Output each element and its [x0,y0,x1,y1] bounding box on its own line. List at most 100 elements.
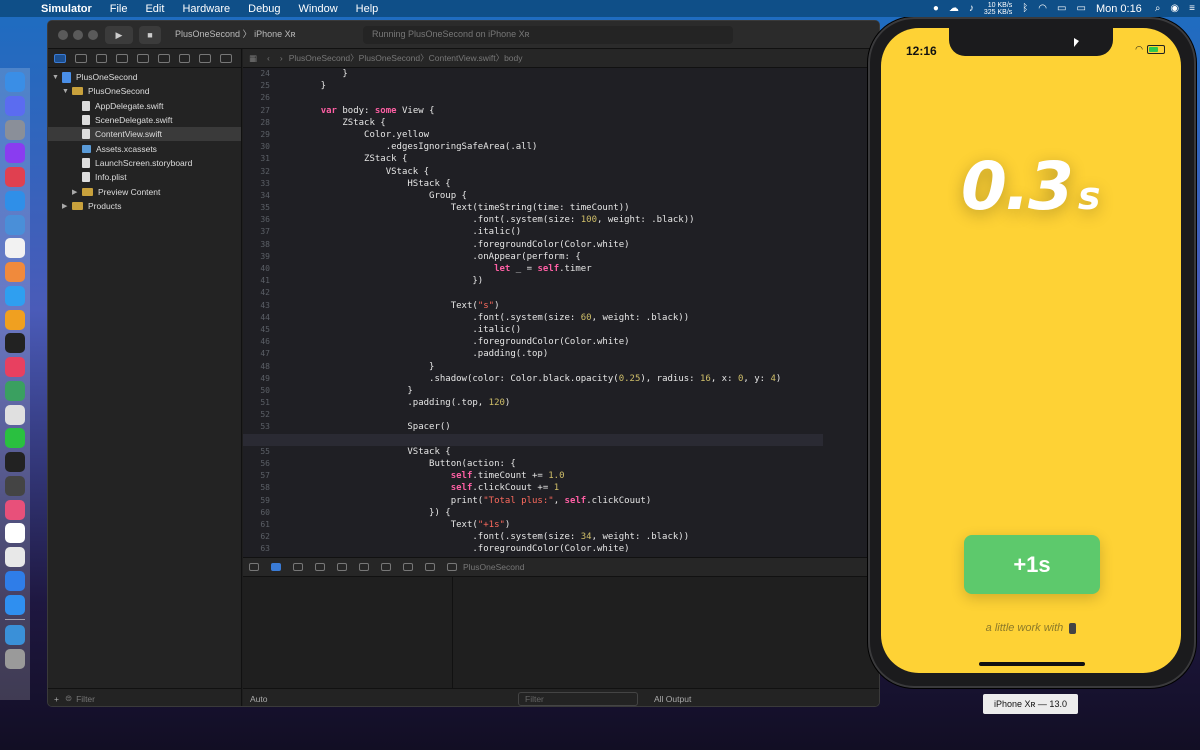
wechat-icon[interactable] [5,428,25,449]
add-icon[interactable]: + [54,694,59,704]
step-over-icon[interactable] [315,563,325,571]
screenshot-app-icon[interactable] [5,499,25,520]
hide-debug-area-icon[interactable] [249,563,259,571]
flag-icon[interactable]: ▭ [1057,3,1066,14]
debug-navigator-tab[interactable] [178,53,191,63]
slack-icon[interactable] [5,523,25,544]
test-navigator-tab[interactable] [157,53,170,63]
jumpbar-group[interactable]: PlusOneSecond [359,53,420,63]
tree-row-file-selected[interactable]: ContentView.swift [48,127,241,142]
stop-button[interactable]: ■ [139,26,161,44]
tree-row-file[interactable]: AppDelegate.swift [48,99,241,113]
project-navigator-tab[interactable] [54,53,66,63]
simulator-screen[interactable]: 12:16 ◠ 0.3 s +1s a little work with [881,28,1181,673]
menu-file[interactable]: File [110,3,128,15]
issue-navigator-tab[interactable] [137,53,149,63]
sketch-icon[interactable] [5,309,25,330]
navigator-filter-input[interactable]: Filter [76,694,95,704]
disclosure-open-icon[interactable]: ▼ [62,88,72,95]
jumpbar-symbol[interactable]: body [504,53,522,63]
find-navigator-tab[interactable] [116,53,129,63]
music-icon[interactable] [5,357,25,377]
preview-icon[interactable] [5,214,25,235]
sound-icon[interactable]: ♪ [969,3,974,14]
trash-icon[interactable] [5,649,25,669]
siri-dock-icon[interactable] [5,95,25,116]
scheme-selector[interactable]: PlusOneSecond 〉 iPhone Xʀ [175,27,295,40]
menu-app-name[interactable]: Simulator [41,3,92,15]
jumpbar-project[interactable]: PlusOneSecond [289,53,350,63]
output-mode-select[interactable]: All Output [654,694,691,704]
bluetooth-icon[interactable]: ᛒ [1022,3,1028,14]
variables-mode-select[interactable]: Auto [250,694,268,704]
code-content[interactable]: } } var body: some View { ZStack { Color… [243,68,823,556]
menu-debug[interactable]: Debug [248,3,280,15]
safari-icon[interactable] [5,190,25,211]
no-entry-app-icon[interactable] [5,167,25,187]
cloud-icon[interactable]: ☁ [949,3,959,14]
pause-icon[interactable] [293,563,303,571]
minimize-window-button[interactable] [73,30,83,40]
menu-window[interactable]: Window [299,3,338,15]
source-control-tab[interactable] [74,53,87,63]
disclosure-open-icon[interactable]: ▼ [52,74,62,81]
record-icon[interactable]: ● [933,3,939,14]
breakpoint-navigator-tab[interactable] [199,53,212,63]
menu-hardware[interactable]: Hardware [182,3,230,15]
network-app-icon[interactable] [5,380,25,401]
finder-icon[interactable] [5,72,25,92]
messages-icon[interactable] [5,285,25,306]
tree-row-file[interactable]: Info.plist [48,170,241,184]
chrome-icon[interactable] [5,547,25,567]
calendar-icon[interactable] [5,238,25,259]
view-debugger-icon[interactable] [381,563,391,571]
spotlight-icon[interactable]: ⌕ [1155,3,1161,14]
run-button[interactable]: ▶ [105,26,133,44]
console-filter-input[interactable]: Filter [518,692,638,706]
tree-row-project[interactable]: ▼ PlusOneSecond [48,70,241,84]
disclosure-closed-icon[interactable]: ▶ [72,188,82,196]
photos-icon[interactable] [5,262,25,282]
tree-row-group[interactable]: ▶ Products [48,199,241,213]
home-indicator[interactable] [979,662,1085,666]
menu-help[interactable]: Help [356,3,379,15]
disclosure-closed-icon[interactable]: ▶ [62,202,72,210]
jumpbar-file[interactable]: ContentView.swift [429,53,496,63]
related-items-icon[interactable]: ▦ [249,53,257,64]
tool-app-icon[interactable] [5,475,25,496]
breakpoints-toggle-icon[interactable] [271,563,281,571]
zoom-window-button[interactable] [88,30,98,40]
tree-row-group[interactable]: ▼ PlusOneSecond [48,84,241,98]
tree-row-group[interactable]: ▶ Preview Content [48,184,241,198]
close-window-button[interactable] [58,30,68,40]
omnifocus-icon[interactable] [5,143,25,164]
menu-edit[interactable]: Edit [145,3,164,15]
menu-bar-clock[interactable]: Mon 0:16 [1096,3,1142,15]
terminal-icon[interactable] [5,333,25,354]
memory-graph-icon[interactable] [403,563,413,571]
step-in-icon[interactable] [337,563,347,571]
battery-icon[interactable]: ▭ [1076,3,1085,14]
symbol-navigator-tab[interactable] [95,53,108,63]
debug-target-label[interactable]: PlusOneSecond [463,562,524,572]
launchpad-icon[interactable] [5,119,25,140]
plus-one-second-button[interactable]: +1s [964,535,1100,594]
xcode-icon[interactable] [5,570,25,591]
environment-overrides-icon[interactable] [425,563,435,571]
back-icon[interactable]: ‹ [267,53,270,63]
source-editor[interactable]: 24 25 26 27 28 29 30 31 32 33 34 35 36 37 38 39 40 41 42 43… [243,68,879,557]
simulator-icon[interactable] [5,594,25,615]
tree-row-file[interactable]: Assets.xcassets [48,141,241,155]
wifi-icon[interactable]: ◠ [1038,3,1047,14]
report-navigator-tab[interactable] [220,53,233,63]
forward-icon[interactable]: › [280,53,283,63]
step-out-icon[interactable] [359,563,369,571]
notification-center-icon[interactable]: ≡ [1189,3,1195,14]
map-app-icon[interactable] [5,404,25,425]
figma-icon[interactable] [5,452,25,472]
tree-row-file[interactable]: SceneDelegate.swift [48,113,241,127]
tree-row-file[interactable]: LaunchScreen.storyboard [48,156,241,170]
location-icon[interactable] [447,563,457,571]
siri-icon[interactable]: ◉ [1170,3,1179,14]
downloads-folder-icon[interactable] [5,625,25,646]
